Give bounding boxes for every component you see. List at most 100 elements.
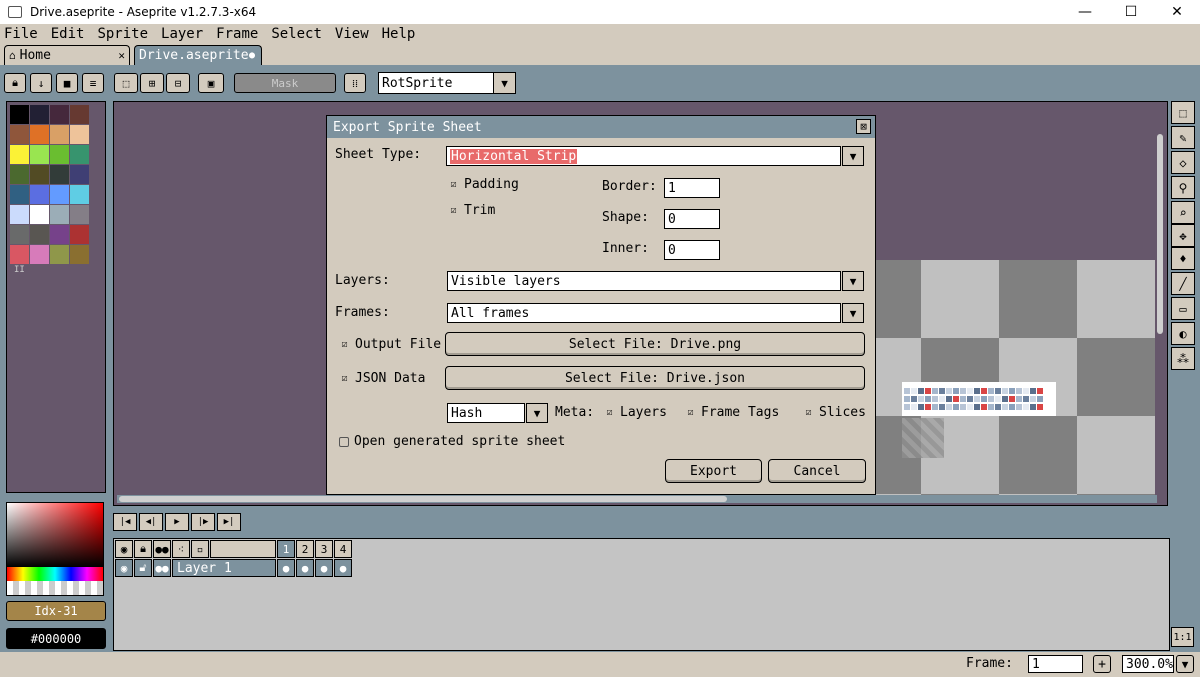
palette-swatch[interactable]	[70, 145, 89, 164]
menu-layer[interactable]: Layer	[161, 26, 203, 42]
layer-name[interactable]: Layer 1	[172, 559, 276, 577]
palette-swatch[interactable]	[10, 145, 29, 164]
palette-swatch[interactable]	[30, 205, 49, 224]
select-json-file-button[interactable]: Select File: Drive.json	[445, 366, 865, 390]
onion-skin-icon[interactable]: ▫	[191, 540, 209, 558]
selection-subtract-icon[interactable]: ⊟	[166, 73, 190, 93]
padlock-icon[interactable]: 🔒︎	[134, 540, 152, 558]
frame-header-3[interactable]: 3	[315, 540, 333, 558]
tab-close-icon[interactable]: ✕	[118, 49, 125, 62]
eye-icon[interactable]: ◉	[115, 540, 133, 558]
border-input[interactable]: 1	[664, 178, 720, 198]
play-icon[interactable]: ▶	[165, 513, 189, 531]
menu-file[interactable]: File	[4, 26, 38, 42]
palette-swatch[interactable]	[10, 205, 29, 224]
meta-layers-checkbox[interactable]: ☑ Layers	[604, 405, 666, 420]
vertical-scroll-thumb[interactable]	[1157, 134, 1163, 334]
palette-swatch[interactable]	[50, 245, 69, 264]
padding-checkbox[interactable]: ☑ Padding	[448, 177, 518, 192]
first-frame-icon[interactable]: |◀	[113, 513, 137, 531]
menu-sprite[interactable]: Sprite	[97, 26, 148, 42]
palette-swatch[interactable]	[50, 145, 69, 164]
cel-1[interactable]: ●	[277, 559, 295, 577]
minimize-button[interactable]: —	[1062, 0, 1108, 24]
rotation-algorithm-select[interactable]: RotSprite ▼	[378, 72, 516, 94]
selection-add-icon[interactable]: ⊞	[140, 73, 164, 93]
unsaved-dot-icon[interactable]: ●	[249, 50, 255, 61]
sheet-type-select[interactable]: Horizontal Strip ▼	[446, 146, 864, 166]
palette-swatch[interactable]	[30, 145, 49, 164]
palette-swatch[interactable]	[50, 185, 69, 204]
palette-swatch[interactable]	[10, 105, 29, 124]
mask-button[interactable]: Mask	[234, 73, 336, 93]
palette-swatch[interactable]	[50, 105, 69, 124]
rectangle-icon[interactable]: ▭	[1171, 297, 1195, 320]
menu-select[interactable]: Select	[271, 26, 322, 42]
export-button[interactable]: Export	[665, 459, 762, 483]
blur-icon[interactable]: ⁂	[1171, 347, 1195, 370]
new-frame-button[interactable]: +	[1093, 655, 1111, 673]
one-to-one-button[interactable]: 1:1	[1171, 627, 1194, 647]
meta-frame-tags-checkbox[interactable]: ☑ Frame Tags	[685, 405, 779, 420]
zoom-dropdown-icon[interactable]: ▼	[1176, 655, 1194, 673]
marquee-icon[interactable]: ⬚	[1171, 101, 1195, 124]
trim-checkbox[interactable]: ☑ Trim	[448, 203, 495, 218]
sprite-canvas[interactable]	[875, 260, 1155, 495]
next-frame-icon[interactable]: |▶	[191, 513, 215, 531]
palette-swatch[interactable]	[50, 205, 69, 224]
frame-input[interactable]: 1	[1028, 655, 1083, 673]
pencil-icon[interactable]: ✎	[1171, 126, 1195, 149]
cel-4[interactable]: ●	[334, 559, 352, 577]
meta-slices-checkbox[interactable]: ☑ Slices	[803, 405, 865, 420]
zoom-icon[interactable]: ⌕	[1171, 201, 1195, 224]
palette-swatch[interactable]	[70, 225, 89, 244]
arrow-down-icon[interactable]: ↓	[30, 73, 52, 93]
palette-swatch[interactable]	[70, 205, 89, 224]
inner-input[interactable]: 0	[664, 240, 720, 260]
palette-swatch[interactable]	[70, 245, 89, 264]
menu-edit[interactable]: Edit	[51, 26, 85, 42]
grid-dots-icon[interactable]: ⁞⁞	[344, 73, 366, 93]
palette-swatch[interactable]	[70, 125, 89, 144]
open-generated-checkbox[interactable]: Open generated sprite sheet	[339, 434, 565, 449]
lock-icon[interactable]: 🔒︎	[4, 73, 26, 93]
palette-swatch[interactable]	[10, 125, 29, 144]
palette-swatch[interactable]	[10, 245, 29, 264]
maximize-button[interactable]: ☐	[1108, 0, 1154, 24]
layer-group-icon[interactable]: ⁖	[172, 540, 190, 558]
palette-swatch[interactable]	[70, 105, 89, 124]
output-file-checkbox[interactable]: ☑ Output File	[339, 337, 441, 352]
palette-swatch[interactable]	[10, 185, 29, 204]
move-icon[interactable]: ✥	[1171, 224, 1195, 247]
json-data-checkbox[interactable]: ☑ JSON Data	[339, 371, 425, 386]
frame-header-4[interactable]: 4	[334, 540, 352, 558]
menu-help[interactable]: Help	[382, 26, 416, 42]
menu-lines-icon[interactable]: ≡	[82, 73, 104, 93]
shape-input[interactable]: 0	[664, 209, 720, 229]
palette-swatch[interactable]	[10, 225, 29, 244]
json-format-select[interactable]: Hash ▼	[447, 403, 548, 423]
tab-drive[interactable]: Drive.aseprite ●	[134, 45, 262, 65]
horizontal-scroll-thumb[interactable]	[119, 496, 727, 502]
palette-swatch[interactable]	[50, 165, 69, 184]
square-icon[interactable]: ■	[56, 73, 78, 93]
color-hex-button[interactable]: #000000	[6, 628, 106, 649]
palette-swatch[interactable]	[70, 185, 89, 204]
dialog-close-icon[interactable]: ⊠	[856, 119, 871, 134]
menu-view[interactable]: View	[335, 26, 369, 42]
frame-header-1[interactable]: 1	[277, 540, 295, 558]
palette-swatch[interactable]	[30, 105, 49, 124]
frames-select[interactable]: All frames ▼	[447, 303, 864, 323]
palette-swatch[interactable]	[30, 125, 49, 144]
frame-header-2[interactable]: 2	[296, 540, 314, 558]
dropdown-arrow-icon[interactable]: ▼	[842, 271, 864, 291]
dropdown-arrow-icon[interactable]: ▼	[493, 73, 515, 93]
close-window-button[interactable]: ✕	[1154, 0, 1200, 24]
cel-3[interactable]: ●	[315, 559, 333, 577]
paint-bucket-icon[interactable]: ♦	[1171, 247, 1195, 270]
palette-swatch[interactable]	[30, 245, 49, 264]
zoom-field[interactable]: 300.0%	[1122, 655, 1174, 673]
color-index-button[interactable]: Idx-31	[6, 601, 106, 621]
cancel-button[interactable]: Cancel	[768, 459, 866, 483]
dropdown-arrow-icon[interactable]: ▼	[526, 403, 548, 423]
